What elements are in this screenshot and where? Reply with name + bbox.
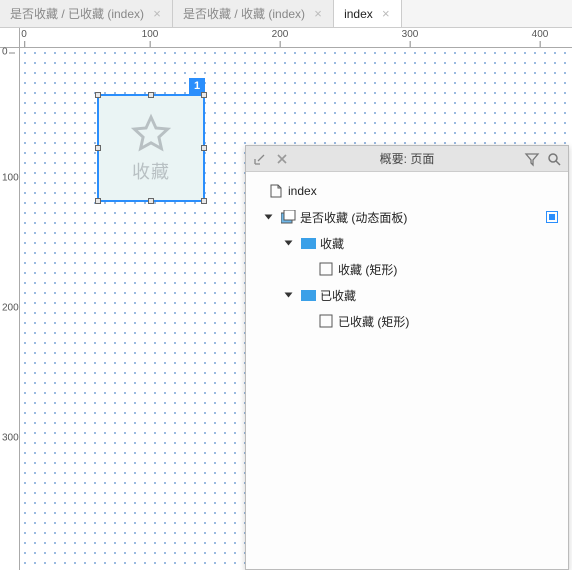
tab-label: index	[344, 7, 373, 21]
tab-2[interactable]: 是否收藏 / 收藏 (index) ×	[173, 0, 334, 27]
ruler-tick: 100	[142, 29, 159, 40]
dynamic-panel-icon	[280, 210, 296, 224]
tree-row-state[interactable]: 已收藏	[250, 282, 564, 308]
filter-icon[interactable]	[524, 151, 540, 167]
close-icon[interactable]: ×	[311, 6, 325, 21]
tab-3[interactable]: index ×	[334, 0, 402, 27]
ruler-tick: 300	[2, 433, 19, 444]
resize-handle[interactable]	[201, 198, 207, 204]
widget-label: 收藏	[132, 158, 170, 184]
selected-indicator-icon	[546, 211, 558, 223]
tab-1[interactable]: 是否收藏 / 已收藏 (index) ×	[0, 0, 173, 27]
expand-icon[interactable]	[286, 238, 296, 248]
ruler-tick: 300	[402, 29, 419, 40]
tree-row-shape[interactable]: 收藏 (矩形)	[250, 256, 564, 282]
ruler-tick: 0	[21, 29, 27, 40]
panel-header[interactable]: 概要: 页面	[246, 146, 568, 172]
resize-handle[interactable]	[95, 145, 101, 151]
ruler-corner	[0, 28, 20, 48]
collapse-icon[interactable]	[252, 151, 268, 167]
expand-icon[interactable]	[266, 212, 276, 222]
outline-tree: index 是否收藏 (动态面板) 收藏 收藏 (矩形)	[246, 172, 568, 569]
resize-handle[interactable]	[201, 92, 207, 98]
rectangle-icon	[318, 314, 334, 328]
resize-handle[interactable]	[95, 92, 101, 98]
tree-label: 收藏 (矩形)	[338, 261, 397, 278]
tree-row-page[interactable]: index	[250, 178, 564, 204]
ruler-tick: 100	[2, 173, 19, 184]
close-icon[interactable]: ×	[379, 6, 393, 21]
expand-icon[interactable]	[286, 290, 296, 300]
state-icon	[300, 288, 316, 302]
panel-title: 概要: 页面	[296, 150, 518, 167]
tree-label: index	[288, 184, 317, 198]
search-icon[interactable]	[546, 151, 562, 167]
ruler-horizontal: 0 100 200 300 400	[20, 28, 572, 48]
tree-label: 收藏	[320, 235, 344, 252]
widget-favorite[interactable]: 收藏 1	[98, 95, 204, 201]
tab-bar: 是否收藏 / 已收藏 (index) × 是否收藏 / 收藏 (index) ×…	[0, 0, 572, 28]
outline-panel[interactable]: 概要: 页面 index 是否收藏 (动态面板)	[245, 145, 569, 570]
ruler-vertical: 0 100 200 300	[0, 48, 20, 570]
tree-label: 已收藏	[320, 287, 356, 304]
resize-handle[interactable]	[95, 198, 101, 204]
tree-row-dynamic-panel[interactable]: 是否收藏 (动态面板)	[250, 204, 564, 230]
resize-handle[interactable]	[201, 145, 207, 151]
close-icon[interactable]	[274, 151, 290, 167]
state-icon	[300, 236, 316, 250]
page-icon	[268, 184, 284, 198]
tree-row-state[interactable]: 收藏	[250, 230, 564, 256]
ruler-tick: 200	[272, 29, 289, 40]
rectangle-icon	[318, 262, 334, 276]
ruler-tick: 0	[2, 47, 8, 58]
tab-label: 是否收藏 / 已收藏 (index)	[10, 5, 144, 22]
resize-handle[interactable]	[148, 92, 154, 98]
ruler-tick: 200	[2, 303, 19, 314]
close-icon[interactable]: ×	[150, 6, 164, 21]
tree-label: 是否收藏 (动态面板)	[300, 209, 407, 226]
ruler-tick: 400	[532, 29, 549, 40]
star-icon	[129, 112, 173, 156]
tree-row-shape[interactable]: 已收藏 (矩形)	[250, 308, 564, 334]
tree-label: 已收藏 (矩形)	[338, 313, 409, 330]
tab-label: 是否收藏 / 收藏 (index)	[183, 5, 305, 22]
resize-handle[interactable]	[148, 198, 154, 204]
